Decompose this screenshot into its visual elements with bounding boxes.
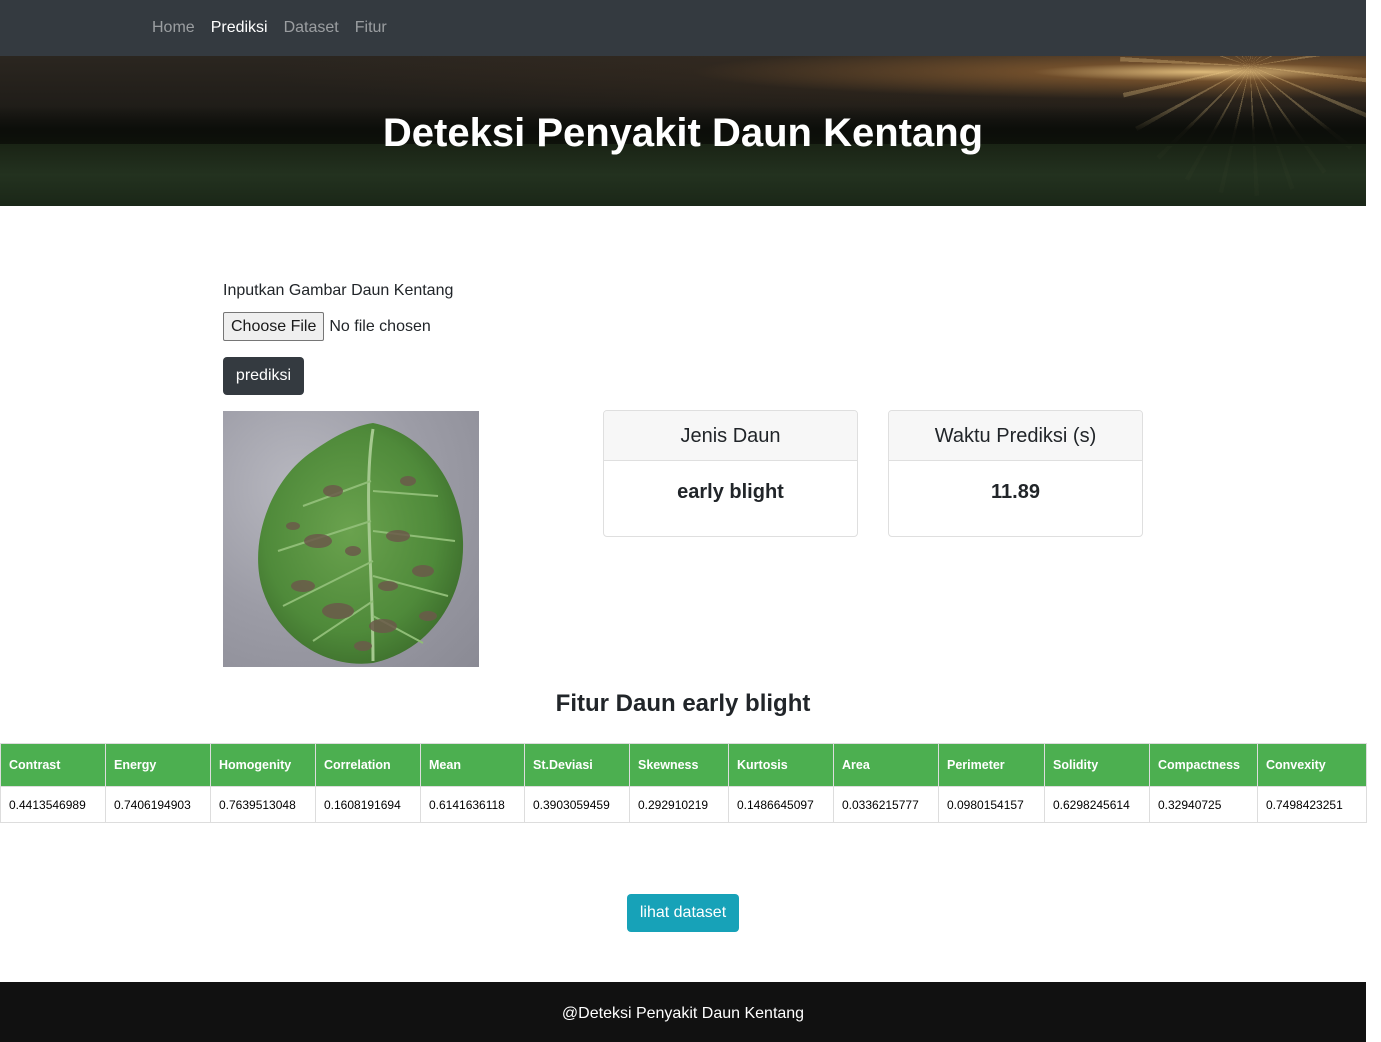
nav-dataset-link[interactable]: Dataset: [284, 19, 339, 37]
table-cell: 0.7498423251: [1257, 786, 1367, 823]
nav-fitur-link[interactable]: Fitur: [355, 19, 387, 37]
view-dataset-button[interactable]: lihat dataset: [627, 894, 739, 932]
navbar: Home Prediksi Dataset Fitur: [0, 0, 1366, 56]
column-header: Contrast: [0, 743, 106, 787]
column-header: Energy: [105, 743, 211, 787]
table-cell: 0.7406194903: [105, 786, 211, 823]
table-cell: 0.4413546989: [0, 786, 106, 823]
column-header: Perimeter: [938, 743, 1045, 787]
file-input: Choose File No file chosen: [223, 312, 431, 341]
predict-button[interactable]: prediksi: [223, 357, 304, 395]
leaf-type-card-header: Jenis Daun: [604, 411, 857, 461]
table-row: 0.4413546989 0.7406194903 0.7639513048 0…: [0, 786, 1367, 823]
table-cell: 0.0336215777: [833, 786, 939, 823]
table-cell: 0.7639513048: [210, 786, 316, 823]
column-header: Convexity: [1257, 743, 1367, 787]
column-header: Kurtosis: [728, 743, 834, 787]
footer: @Deteksi Penyakit Daun Kentang: [0, 982, 1366, 1042]
column-header: Mean: [420, 743, 525, 787]
nav-links: Home Prediksi Dataset Fitur: [152, 0, 387, 56]
table-cell: 0.3903059459: [524, 786, 630, 823]
column-header: Compactness: [1149, 743, 1258, 787]
prediction-time-card: Waktu Prediksi (s) 11.89: [888, 410, 1143, 537]
table-cell: 0.32940725: [1149, 786, 1258, 823]
table-header-row: Contrast Energy Homogenity Correlation M…: [0, 743, 1367, 787]
column-header: Solidity: [1044, 743, 1150, 787]
column-header: Homogenity: [210, 743, 316, 787]
features-title: Fitur Daun early blight: [555, 690, 811, 717]
column-header: Skewness: [629, 743, 729, 787]
features-table: Contrast Energy Homogenity Correlation M…: [0, 743, 1367, 823]
column-header: Area: [833, 743, 939, 787]
column-header: Correlation: [315, 743, 421, 787]
column-header: St.Deviasi: [524, 743, 630, 787]
prediction-time-card-header: Waktu Prediksi (s): [889, 411, 1142, 461]
footer-text: @Deteksi Penyakit Daun Kentang: [561, 1005, 805, 1022]
page-title: Deteksi Penyakit Daun Kentang: [382, 111, 984, 155]
table-cell: 0.0980154157: [938, 786, 1045, 823]
table-cell: 0.1486645097: [728, 786, 834, 823]
nav-prediksi-link[interactable]: Prediksi: [211, 19, 268, 37]
table-cell: 0.6298245614: [1044, 786, 1150, 823]
nav-home-link[interactable]: Home: [152, 19, 195, 37]
table-cell: 0.1608191694: [315, 786, 421, 823]
upload-label: Inputkan Gambar Daun Kentang: [223, 282, 454, 299]
file-status-text: No file chosen: [329, 317, 431, 335]
choose-file-button[interactable]: Choose File: [223, 312, 325, 341]
leaf-type-card: Jenis Daun early blight: [603, 410, 858, 537]
leaf-type-value: early blight: [677, 481, 784, 503]
prediction-time-value: 11.89: [991, 481, 1040, 503]
hero-banner: Deteksi Penyakit Daun Kentang: [0, 56, 1366, 206]
table-cell: 0.6141636118: [420, 786, 525, 823]
table-cell: 0.292910219: [629, 786, 729, 823]
leaf-preview-image: [223, 411, 479, 667]
